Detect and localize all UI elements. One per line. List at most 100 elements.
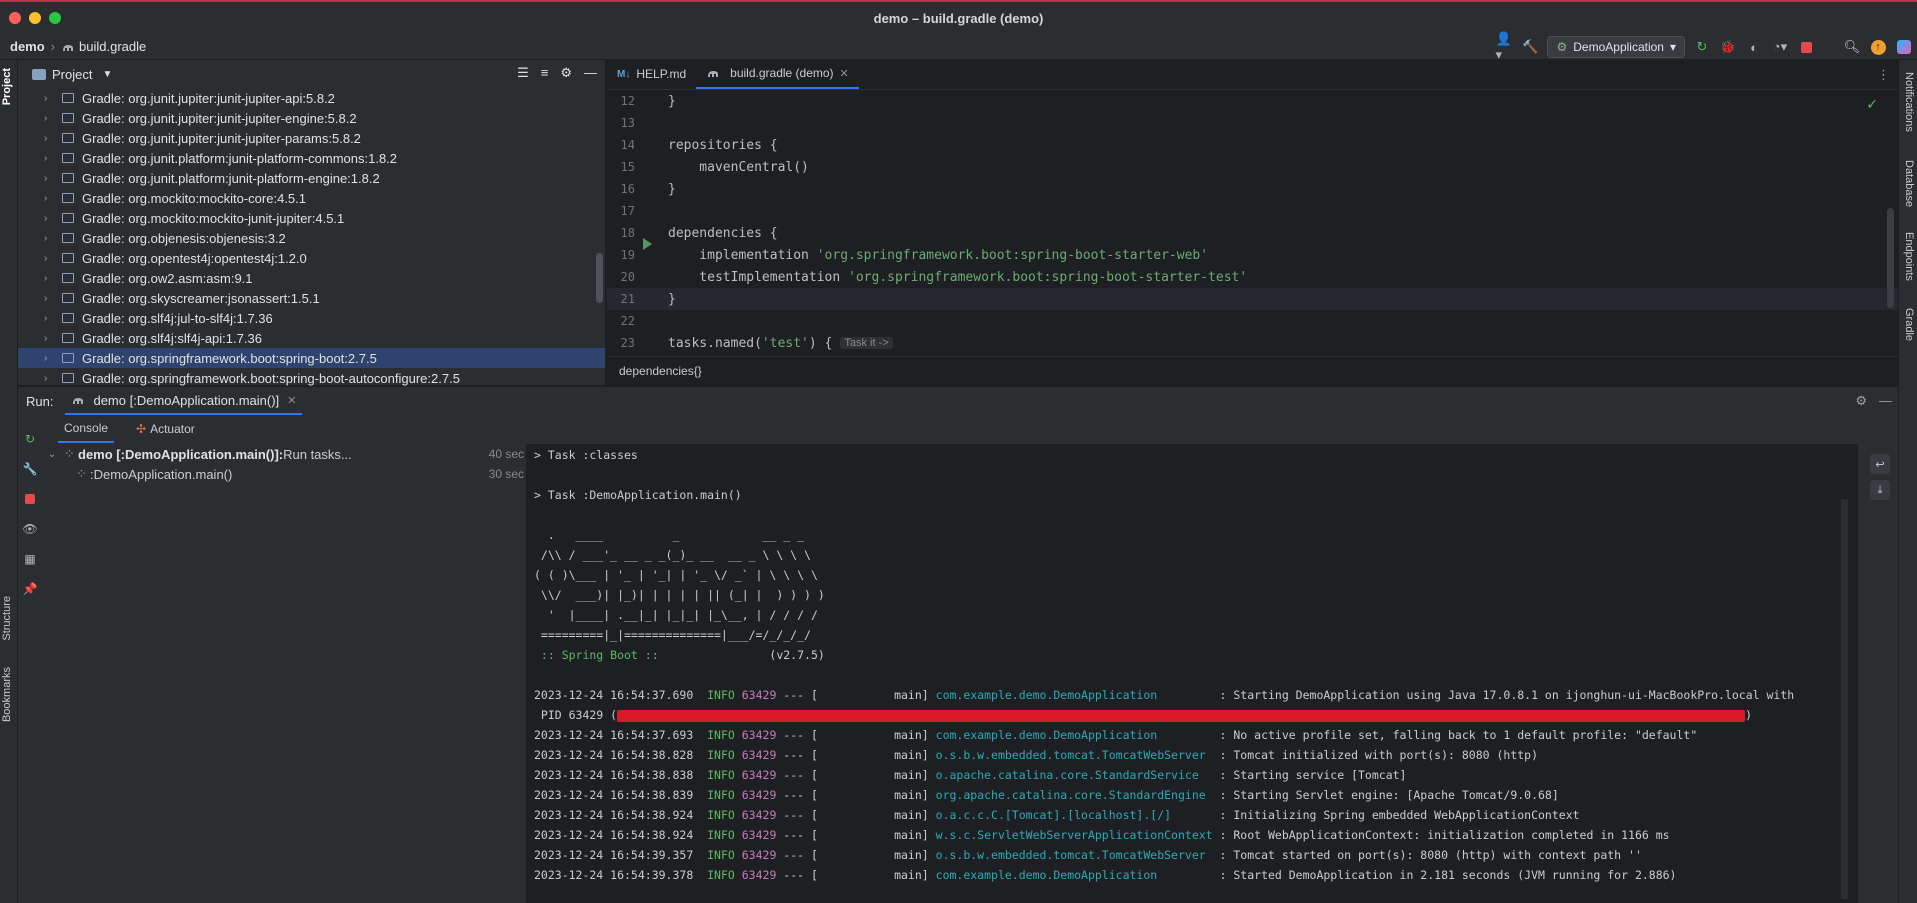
breadcrumb-file[interactable]: build.gradle [79, 39, 146, 54]
gradle-tool-tab[interactable]: Gradle [1903, 308, 1915, 341]
code-line[interactable]: 12} [607, 90, 1898, 112]
tree-item-label: Gradle: org.mockito:mockito-junit-jupite… [82, 210, 345, 226]
tab-help-md[interactable]: M↓ HELP.md [607, 59, 696, 89]
project-scrollbar[interactable] [596, 253, 603, 303]
user-icon[interactable]: 👤▾ [1495, 31, 1513, 62]
chevron-right-icon[interactable]: › [44, 173, 58, 184]
pin-icon[interactable]: 📌 [22, 581, 38, 597]
build-hammer-icon[interactable]: 🔨 [1521, 38, 1539, 56]
tab-actuator[interactable]: ✣ Actuator [130, 415, 201, 443]
tab-console[interactable]: Console [58, 415, 115, 443]
chevron-right-icon[interactable]: › [44, 333, 58, 344]
soft-wrap-icon[interactable]: ↩ [1870, 454, 1890, 474]
scroll-to-end-icon[interactable]: ⤓ [1870, 480, 1890, 500]
tree-item[interactable]: › Gradle: org.opentest4j:opentest4j:1.2.0 [18, 248, 605, 268]
tree-item[interactable]: › Gradle: org.junit.jupiter:junit-jupiter… [18, 128, 605, 148]
tree-item[interactable]: › Gradle: org.objenesis:objenesis:3.2 [18, 228, 605, 248]
chevron-right-icon[interactable]: › [44, 313, 58, 324]
chevron-right-icon[interactable]: › [44, 213, 58, 224]
database-tool-tab[interactable]: Database [1903, 160, 1915, 207]
chevron-right-icon[interactable]: › [44, 93, 58, 104]
notifications-tool-tab[interactable]: Notifications [1903, 72, 1915, 132]
stop-icon[interactable] [1797, 38, 1815, 56]
code-line[interactable]: 19 implementation 'org.springframework.b… [607, 244, 1898, 266]
hide-panel-icon[interactable]: — [584, 65, 597, 81]
gear-icon[interactable]: ⚙ [1855, 393, 1867, 409]
chevron-right-icon[interactable]: › [44, 193, 58, 204]
project-panel-title[interactable]: Project [52, 67, 92, 82]
chevron-right-icon[interactable]: › [44, 273, 58, 284]
code-line[interactable]: 15 mavenCentral() [607, 156, 1898, 178]
code-line[interactable]: 20 testImplementation 'org.springframewo… [607, 266, 1898, 288]
close-window-button[interactable] [9, 12, 21, 24]
code-line[interactable]: 14 repositories { [607, 134, 1898, 156]
console-output[interactable]: > Task :classes > Task :DemoApplication.m… [526, 444, 1858, 903]
tree-item[interactable]: › Gradle: org.slf4j:slf4j-api:1.7.36 [18, 328, 605, 348]
gear-icon[interactable]: ⚙ [560, 65, 572, 81]
console-scrollbar[interactable] [1841, 499, 1848, 899]
rerun-icon[interactable]: ↻ [22, 431, 38, 447]
close-icon[interactable]: ✕ [840, 67, 849, 80]
chevron-down-icon[interactable]: ⌄ [48, 449, 62, 460]
tree-item[interactable]: › Gradle: org.skyscreamer:jsonassert:1.5.… [18, 288, 605, 308]
eye-icon[interactable]: 👁 [22, 521, 38, 537]
tree-item[interactable]: › Gradle: org.mockito:mockito-junit-jupit… [18, 208, 605, 228]
tree-item[interactable]: › Gradle: org.slf4j:jul-to-slf4j:1.7.36 [18, 308, 605, 328]
project-tool-tab[interactable]: Project [1, 68, 13, 105]
zoom-window-button[interactable] [49, 12, 61, 24]
editor-breadcrumb[interactable]: dependencies{} [607, 356, 1898, 385]
tree-item[interactable]: › Gradle: org.springframework.boot:spring… [18, 348, 605, 368]
wrench-icon[interactable]: 🔧 [22, 461, 38, 477]
coverage-icon[interactable]: ◐ [1745, 38, 1763, 56]
tree-item[interactable]: › Gradle: org.junit.platform:junit-platfo… [18, 168, 605, 188]
chevron-right-icon[interactable]: › [44, 113, 58, 124]
code-line[interactable]: 13 [607, 112, 1898, 134]
chevron-right-icon[interactable]: › [44, 233, 58, 244]
run-configuration-selector[interactable]: ⚙ DemoApplication ▾ [1547, 36, 1685, 58]
code-editor[interactable]: 12} 13 14 repositories {15 mavenCentral() 16… [607, 90, 1898, 356]
expand-all-icon[interactable]: ☰ [517, 65, 529, 81]
debug-bug-icon[interactable]: 🐞 [1719, 38, 1737, 56]
tree-item[interactable]: › Gradle: org.junit.platform:junit-platfo… [18, 148, 605, 168]
chevron-right-icon[interactable]: › [44, 373, 58, 384]
profile-icon[interactable]: ◔▾ [1771, 38, 1789, 56]
tree-item[interactable]: › Gradle: org.mockito:mockito-core:4.5.1 [18, 188, 605, 208]
chevron-right-icon[interactable]: › [44, 293, 58, 304]
breadcrumb-project[interactable]: demo [10, 39, 45, 54]
rerun-icon[interactable]: ↻ [1693, 38, 1711, 56]
jetbrains-ai-icon[interactable] [1895, 38, 1913, 56]
tree-item[interactable]: › Gradle: org.ow2.asm:asm:9.1 [18, 268, 605, 288]
close-icon[interactable]: ✕ [287, 394, 296, 407]
code-line[interactable]: 18 dependencies { [607, 222, 1898, 250]
hide-panel-icon[interactable]: — [1879, 393, 1892, 409]
more-options-icon[interactable]: ⋮ [1877, 67, 1890, 83]
bookmarks-tool-tab[interactable]: Bookmarks [1, 667, 13, 722]
tree-item[interactable]: › Gradle: org.junit.jupiter:junit-jupiter… [18, 108, 605, 128]
code-line[interactable]: 22 [607, 310, 1898, 332]
code-line[interactable]: 16} [607, 178, 1898, 200]
no-problems-check-icon[interactable]: ✓ [1866, 96, 1878, 113]
endpoints-tool-tab[interactable]: Endpoints [1903, 232, 1915, 281]
editor-scrollbar[interactable] [1887, 208, 1894, 308]
tree-item[interactable]: › Gradle: org.junit.jupiter:junit-jupiter… [18, 88, 605, 108]
chevron-right-icon[interactable]: › [44, 253, 58, 264]
chevron-down-icon[interactable]: ▼ [102, 69, 112, 80]
code-line[interactable]: 17 [607, 200, 1898, 222]
task-row-root[interactable]: ⌄ ⁘ demo [:DemoApplication.main()]: Run … [48, 444, 528, 464]
chevron-right-icon[interactable]: › [44, 133, 58, 144]
layout-icon[interactable]: ▦ [22, 551, 38, 567]
collapse-all-icon[interactable]: ≡ [541, 65, 549, 81]
chevron-right-icon[interactable]: › [44, 153, 58, 164]
code-line[interactable]: 23 tasks.named('test') {Task it -> [607, 332, 1898, 354]
tab-build-gradle[interactable]: build.gradle (demo) ✕ [696, 59, 859, 89]
update-icon[interactable]: ↑ [1869, 38, 1887, 56]
structure-tool-tab[interactable]: Structure [1, 596, 13, 641]
chevron-right-icon[interactable]: › [44, 353, 58, 364]
stop-icon[interactable] [22, 491, 38, 507]
search-icon[interactable]: 🔍︎ [1843, 38, 1861, 56]
tree-item[interactable]: › Gradle: org.springframework.boot:spring… [18, 368, 605, 388]
task-row-child[interactable]: ⁘ :DemoApplication.main() 30 sec [48, 464, 528, 484]
run-tab-demo[interactable]: demo [:DemoApplication.main()] ✕ [65, 387, 303, 415]
code-line[interactable]: 21} [607, 288, 1898, 310]
minimize-window-button[interactable] [29, 12, 41, 24]
